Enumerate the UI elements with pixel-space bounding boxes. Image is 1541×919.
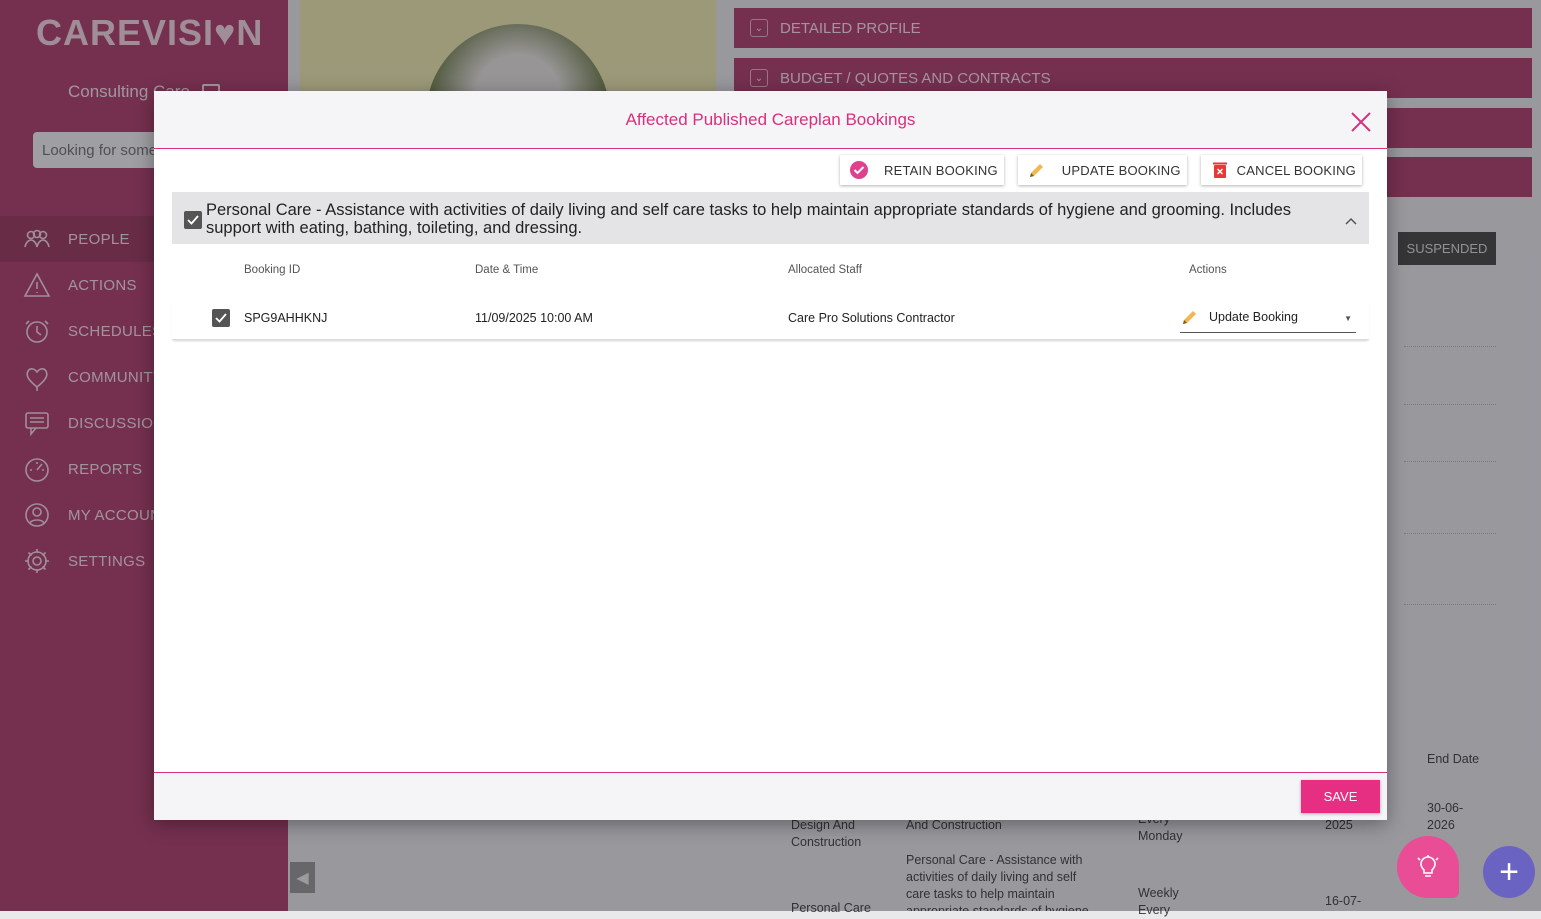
booking-action-select[interactable]: Update Booking ▼ [1180, 302, 1356, 333]
checkmark-icon [215, 313, 227, 323]
button-label: UPDATE BOOKING [1061, 162, 1181, 178]
tips-button[interactable] [1397, 836, 1459, 898]
column-header-booking-id: Booking ID [244, 264, 301, 276]
booking-toolbar: RETAIN BOOKING UPDATE BOOKING CANCEL BOO… [840, 155, 1362, 185]
booking-datetime: 11/09/2025 10:00 AM [475, 311, 593, 325]
allocated-staff: Care Pro Solutions Contractor [788, 311, 955, 325]
cancel-booking-button[interactable]: CANCEL BOOKING [1200, 155, 1362, 185]
pencil-icon [1180, 307, 1202, 327]
check-circle-icon [848, 159, 870, 181]
plus-icon: + [1499, 852, 1519, 891]
lightbulb-icon [1417, 855, 1439, 877]
column-header-allocated-staff: Allocated Staff [788, 264, 862, 276]
checkmark-icon [187, 215, 199, 225]
retain-booking-button[interactable]: RETAIN BOOKING [840, 155, 1004, 185]
column-header-date-time: Date & Time [475, 264, 539, 276]
booking-id: SPG9AHHKNJ [244, 311, 328, 325]
chevron-up-icon[interactable] [1345, 212, 1357, 230]
pencil-icon [1026, 159, 1048, 181]
group-checkbox[interactable] [184, 211, 202, 229]
update-booking-button[interactable]: UPDATE BOOKING [1017, 155, 1187, 185]
button-label: CANCEL BOOKING [1236, 162, 1356, 178]
careplan-description: Personal Care - Assistance with activiti… [206, 201, 1292, 237]
table-row: SPG9AHHKNJ 11/09/2025 10:00 AM Care Pro … [172, 297, 1369, 340]
add-button[interactable]: + [1483, 846, 1535, 898]
close-icon [1351, 112, 1371, 132]
modal-title: Affected Published Careplan Bookings [625, 109, 916, 129]
affected-bookings-modal: Affected Published Careplan Bookings RET… [154, 91, 1387, 820]
close-button[interactable] [1349, 110, 1373, 134]
row-checkbox[interactable] [212, 309, 230, 327]
button-label: RETAIN BOOKING [884, 162, 998, 178]
modal-header: Affected Published Careplan Bookings [154, 91, 1387, 149]
save-button[interactable]: SAVE [1301, 780, 1380, 813]
caret-down-icon: ▼ [1344, 314, 1352, 323]
trash-icon [1209, 159, 1231, 181]
careplan-group-header[interactable]: Personal Care - Assistance with activiti… [172, 192, 1369, 244]
selected-action: Update Booking [1209, 310, 1298, 324]
column-header-actions: Actions [1189, 264, 1227, 276]
modal-footer: SAVE [154, 772, 1387, 820]
